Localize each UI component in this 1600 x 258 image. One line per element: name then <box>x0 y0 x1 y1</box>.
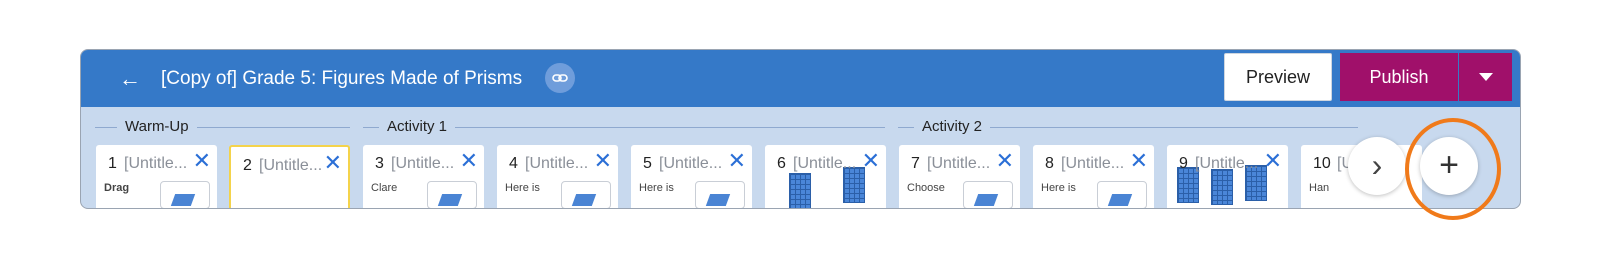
screen-card[interactable]: 9 [Untitle... ✕ <box>1167 145 1288 208</box>
card-title: [Untitle... <box>391 155 455 172</box>
card-thumbnail <box>561 181 611 208</box>
section-label: Activity 1 <box>379 118 456 135</box>
screen-card[interactable]: 4 [Untitle... ✕ Here is <box>497 145 618 208</box>
card-thumbnail <box>963 181 1013 208</box>
screen-strip: 1 [Untitle... ✕ Drag 2 [Untitle... ✕ 3 [… <box>81 145 1520 208</box>
close-icon[interactable]: ✕ <box>460 150 478 172</box>
annotation-circle <box>1405 118 1501 220</box>
card-number: 6 <box>777 155 786 172</box>
screen-card[interactable]: 5 [Untitle... ✕ Here is <box>631 145 752 208</box>
card-number: 9 <box>1179 155 1188 172</box>
chevron-right-icon[interactable]: › <box>1348 137 1406 195</box>
section-activity-2: Activity 2 <box>898 116 1358 138</box>
card-snippet: Han <box>1309 182 1330 194</box>
top-bar: ← [Copy of] Grade 5: Figures Made of Pri… <box>81 50 1520 107</box>
card-title: [Untitle... <box>1195 155 1259 172</box>
card-snippet: Drag <box>104 182 130 194</box>
section-activity-1: Activity 1 <box>363 116 885 138</box>
preview-button[interactable]: Preview <box>1224 53 1332 101</box>
card-number: 5 <box>643 155 652 172</box>
card-title: [Untitle... <box>259 157 323 174</box>
card-snippet: Here is <box>505 182 540 194</box>
card-number: 1 <box>108 155 117 172</box>
back-arrow-icon[interactable]: ← <box>117 66 143 92</box>
close-icon[interactable]: ✕ <box>862 150 880 172</box>
prism-image <box>789 173 811 208</box>
publish-menu-caret-icon[interactable] <box>1459 53 1512 101</box>
card-title: [Untitle... <box>1061 155 1125 172</box>
section-label: Warm-Up <box>117 118 197 135</box>
close-icon[interactable]: ✕ <box>1130 150 1148 172</box>
prism-image <box>1211 169 1233 205</box>
close-icon[interactable]: ✕ <box>594 150 612 172</box>
screen-card[interactable]: 7 [Untitle... ✕ Choose <box>899 145 1020 208</box>
card-number: 8 <box>1045 155 1054 172</box>
screen-card[interactable]: 6 [Untitle... ✕ <box>765 145 886 208</box>
card-thumbnail <box>427 181 477 208</box>
screen-card[interactable]: 1 [Untitle... ✕ Drag <box>96 145 217 208</box>
card-snippet: Here is <box>639 182 674 194</box>
close-icon[interactable]: ✕ <box>193 150 211 172</box>
card-number: 10 <box>1313 155 1331 172</box>
card-thumbnail <box>695 181 745 208</box>
link-icon[interactable] <box>545 63 575 93</box>
lesson-editor: ← [Copy of] Grade 5: Figures Made of Pri… <box>80 49 1521 209</box>
section-warm-up: Warm-Up <box>95 116 350 138</box>
screen-card[interactable]: 8 [Untitle... ✕ Here is <box>1033 145 1154 208</box>
card-snippet: Choose <box>907 182 945 194</box>
card-title: [Untitle... <box>659 155 723 172</box>
card-title: [Untitle... <box>927 155 991 172</box>
card-title: [Untitle... <box>793 155 857 172</box>
card-title: [Untitle... <box>525 155 589 172</box>
publish-button[interactable]: Publish <box>1340 53 1458 101</box>
close-icon[interactable]: ✕ <box>996 150 1014 172</box>
card-thumbnail <box>160 181 210 208</box>
card-number: 7 <box>911 155 920 172</box>
card-number: 2 <box>243 157 252 174</box>
close-icon[interactable]: ✕ <box>728 150 746 172</box>
card-title: [Untitle... <box>124 155 188 172</box>
section-labels: Warm-Up Activity 1 Activity 2 <box>81 116 1520 138</box>
close-icon[interactable]: ✕ <box>324 152 342 174</box>
card-snippet: Here is <box>1041 182 1076 194</box>
card-number: 3 <box>375 155 384 172</box>
card-snippet: Clare <box>371 182 398 194</box>
card-number: 4 <box>509 155 518 172</box>
screen-card[interactable]: 3 [Untitle... ✕ Clare <box>363 145 484 208</box>
close-icon[interactable]: ✕ <box>1264 150 1282 172</box>
card-thumbnail <box>1097 181 1147 208</box>
page-title: [Copy of] Grade 5: Figures Made of Prism… <box>161 68 523 89</box>
section-label: Activity 2 <box>914 118 991 135</box>
screen-card[interactable]: 2 [Untitle... ✕ <box>229 145 350 208</box>
